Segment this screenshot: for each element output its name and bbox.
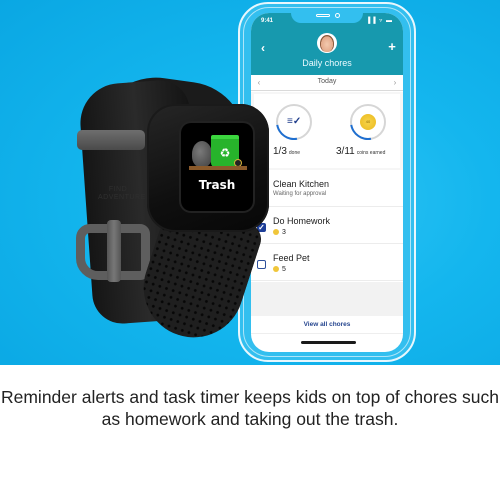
chore-status: Waiting for approval [273,191,327,197]
child-face-icon [320,35,334,52]
home-indicator[interactable] [301,341,356,344]
product-hero-image: 9:41 ▐▐ ▿ ▬ ‹ + Daily chores ‹ Today › ≡… [0,0,500,365]
chore-coin-value: 5 [282,266,286,273]
caption-text: Reminder alerts and task timer keeps kid… [0,387,499,429]
chore-title: Clean Kitchen [273,179,330,189]
chore-title: Do Homework [273,216,331,226]
add-chore-button[interactable]: + [386,40,398,54]
signal-wifi-battery-icon: ▐▐ ▿ ▬ [366,18,393,24]
next-day-button[interactable]: › [390,77,400,89]
speaker-icon [316,14,330,17]
coin-icon: 40 [360,114,376,130]
chores-done-label: done [288,150,301,156]
buckle-prong [107,220,121,282]
watch-screen: ♻ Trash [181,123,253,211]
tasks-check-icon: ≡✓ [287,116,302,127]
recycle-icon: ♻ [219,146,231,160]
camera-icon [335,13,340,18]
coins-earned-progress-ring: 40 [342,96,394,148]
chore-coin-value: 3 [282,229,286,236]
coins-earned-stat: 3/11 coins earned [336,146,385,157]
watch-chore-label: Trash [198,178,236,192]
band-keeper-loop [77,130,145,150]
fitness-tracker-watch: FIND ADVENTURE ♻ Trash [0,0,280,365]
trash-bag-icon [192,141,212,167]
avatar[interactable] [317,33,337,53]
band-emboss-text: FIND ADVENTURE [98,186,146,201]
phone-notch [291,13,363,23]
shelf [189,166,247,170]
coins-earned-label: coins earned [356,150,386,156]
chores-done-progress-ring: ≡✓ [268,96,320,148]
coins-earned-value: 3/11 [336,146,355,157]
